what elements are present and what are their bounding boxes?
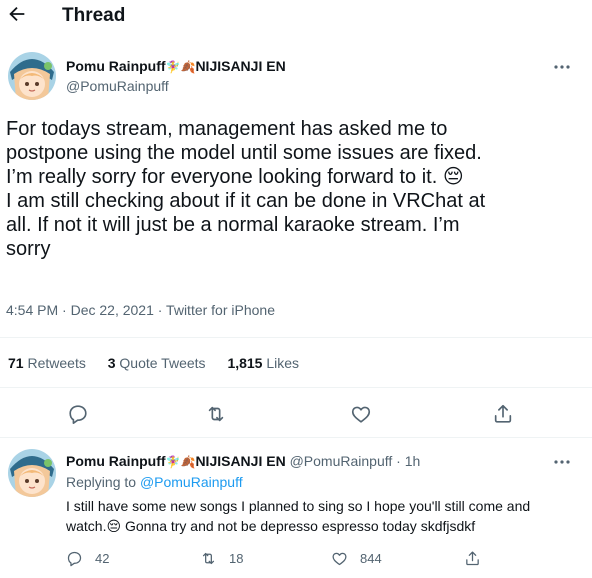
name-emoji: 🧚‍♀️🍂 xyxy=(165,455,196,469)
tweet-text-line: I am still checking about if it can be d… xyxy=(6,190,486,212)
reply-text: I still have some new songs I planned to… xyxy=(66,496,571,536)
quotes-stat[interactable]: 3 Quote Tweets xyxy=(108,355,206,371)
tweet-text-line: I’m really sorry for everyone looking fo… xyxy=(6,166,464,188)
replying-label: Replying to xyxy=(66,474,137,490)
avatar[interactable] xyxy=(8,449,56,497)
tweet-timestamp[interactable]: 4:54 PM · Dec 22, 2021 · Twitter for iPh… xyxy=(6,302,275,318)
tweet-text-line: all. If not it will just be a normal kar… xyxy=(6,214,460,236)
arrow-left-icon[interactable] xyxy=(6,3,28,25)
reply-button[interactable]: 42 xyxy=(66,549,109,567)
share-icon xyxy=(466,550,479,565)
tweet-text-line: For todays stream, management has asked … xyxy=(6,118,448,140)
reply-handle-time[interactable]: @PomuRainpuff · 1h xyxy=(290,453,421,469)
header-bar: Thread xyxy=(0,0,592,32)
page-title: Thread xyxy=(62,5,126,26)
retweet-count: 18 xyxy=(229,550,244,566)
retweets-stat[interactable]: 71 Retweets xyxy=(8,355,86,371)
tweet-text-line: sorry xyxy=(6,238,51,260)
display-name: Pomu Rainpuff xyxy=(66,58,166,74)
more-icon[interactable] xyxy=(552,456,572,468)
retweet-icon[interactable] xyxy=(205,403,227,425)
avatar[interactable] xyxy=(8,52,56,100)
replying-to: Replying to @PomuRainpuff xyxy=(66,474,243,490)
divider xyxy=(0,387,592,388)
tweet-stats: 71 Retweets 3 Quote Tweets 1,815 Likes xyxy=(8,355,317,371)
more-icon[interactable] xyxy=(552,61,572,73)
like-count: 844 xyxy=(360,550,382,566)
reply-count: 42 xyxy=(95,550,110,566)
reply-text-line: watch.😔 Gonna try and not be depresso es… xyxy=(66,518,476,534)
divider xyxy=(0,437,592,438)
name-emoji: 🧚‍♀️🍂 xyxy=(165,60,196,74)
likes-stat[interactable]: 1,815 Likes xyxy=(227,355,299,371)
replying-handle-link[interactable]: @PomuRainpuff xyxy=(140,474,243,490)
tweet-text: For todays stream, management has asked … xyxy=(6,117,586,261)
reply-author-name[interactable]: Pomu Rainpuff🧚‍♀️🍂NIJISANJI EN @PomuRain… xyxy=(66,453,420,469)
share-icon[interactable] xyxy=(492,403,514,425)
like-button[interactable]: 844 xyxy=(331,549,382,567)
author-handle[interactable]: @PomuRainpuff xyxy=(66,78,169,94)
reply-text-line: I still have some new songs I planned to… xyxy=(66,498,531,514)
name-suffix: NIJISANJI EN xyxy=(195,58,286,74)
retweet-button[interactable]: 18 xyxy=(200,549,243,567)
divider xyxy=(0,337,592,338)
like-icon xyxy=(332,552,347,565)
reply-icon[interactable] xyxy=(67,403,89,425)
tweet-text-line: postpone using the model until some issu… xyxy=(6,142,482,164)
reply-icon xyxy=(67,551,82,566)
share-button[interactable] xyxy=(464,549,493,567)
name-suffix: NIJISANJI EN xyxy=(195,453,286,469)
author-name[interactable]: Pomu Rainpuff🧚‍♀️🍂NIJISANJI EN xyxy=(66,58,286,74)
like-icon[interactable] xyxy=(350,403,372,425)
display-name: Pomu Rainpuff xyxy=(66,453,166,469)
retweet-icon xyxy=(202,552,215,564)
